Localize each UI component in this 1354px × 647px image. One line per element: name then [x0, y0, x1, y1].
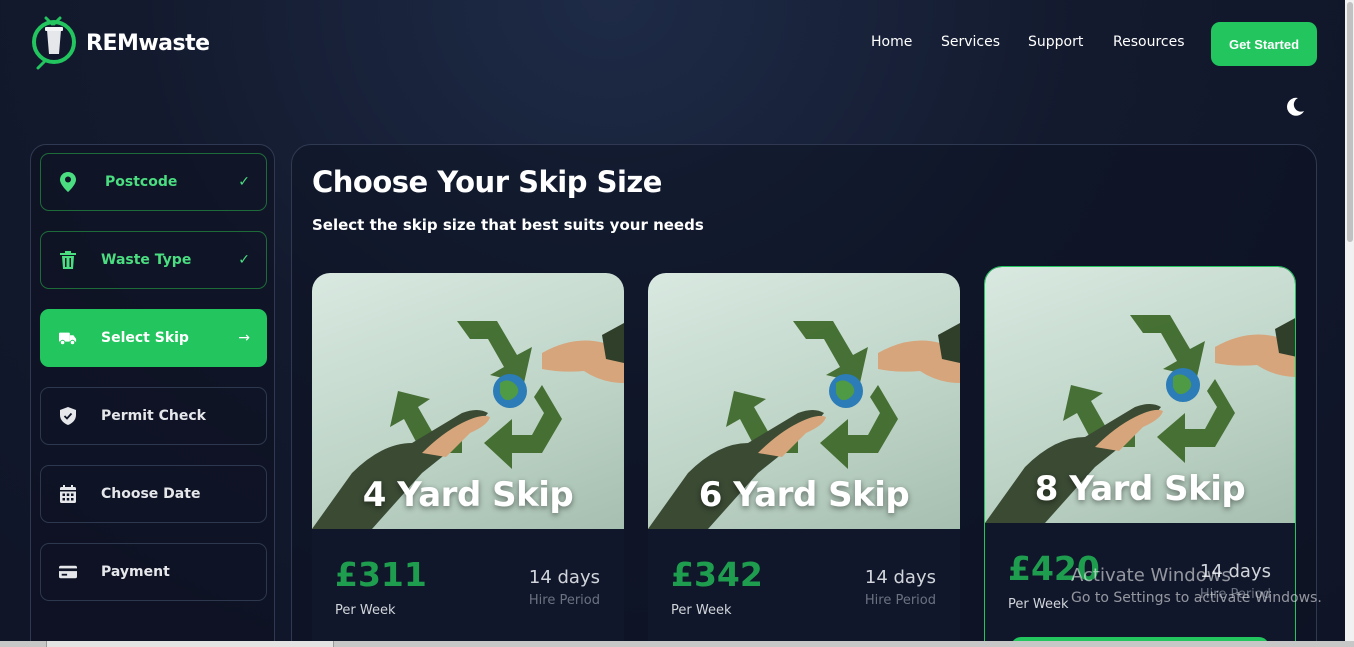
skip-price: £342 — [671, 555, 763, 594]
nav-home[interactable]: Home — [871, 34, 912, 50]
hire-period-label: Hire Period — [528, 593, 600, 608]
trash-icon — [59, 251, 77, 269]
skip-card-6-yard[interactable]: 6 Yard Skip £342 Per Week 14 days Hire P… — [648, 273, 960, 647]
location-pin-icon — [59, 172, 77, 192]
moon-icon[interactable] — [1284, 96, 1306, 118]
check-icon: ✓ — [238, 252, 250, 268]
activate-windows-watermark: Activate Windows Go to Settings to activ… — [1071, 565, 1322, 606]
nav-resources[interactable]: Resources — [1113, 34, 1185, 50]
skip-card-details: £342 Per Week 14 days Hire Period — [648, 529, 960, 647]
brand-name: REMwaste — [86, 30, 210, 56]
progress-sidebar: Postcode ✓ Waste Type ✓ Select Skip → Pe… — [30, 144, 275, 647]
page-title: Choose Your Skip Size — [312, 165, 662, 199]
hire-days: 14 days — [864, 567, 936, 588]
step-waste-type[interactable]: Waste Type ✓ — [40, 231, 267, 289]
skip-price: £311 — [335, 555, 427, 594]
step-choose-date[interactable]: Choose Date — [40, 465, 267, 523]
step-select-skip[interactable]: Select Skip → — [40, 309, 267, 367]
price-period: Per Week — [335, 603, 396, 618]
hire-period-label: Hire Period — [864, 593, 936, 608]
price-period: Per Week — [1008, 597, 1069, 612]
brand-logo[interactable]: REMwaste — [30, 12, 210, 74]
shield-icon — [59, 407, 77, 425]
step-label: Choose Date — [101, 486, 201, 502]
step-label: Waste Type — [101, 252, 192, 268]
skip-name: 8 Yard Skip — [1034, 469, 1246, 509]
nav-support[interactable]: Support — [1028, 34, 1083, 50]
skip-name: 4 Yard Skip — [362, 475, 574, 515]
watermark-title: Activate Windows — [1071, 565, 1231, 586]
step-label: Select Skip — [101, 330, 189, 346]
watermark-subtitle: Go to Settings to activate Windows. — [1071, 590, 1322, 606]
skip-card-4-yard[interactable]: 4 Yard Skip £311 Per Week 14 days Hire P… — [312, 273, 624, 647]
step-permit-check[interactable]: Permit Check — [40, 387, 267, 445]
step-payment[interactable]: Payment — [40, 543, 267, 601]
calendar-icon — [59, 485, 77, 503]
truck-icon — [59, 329, 77, 347]
skip-card-details: £311 Per Week 14 days Hire Period — [312, 529, 624, 647]
check-icon: ✓ — [238, 174, 250, 190]
taskbar-item[interactable] — [46, 641, 334, 647]
step-label: Payment — [101, 564, 170, 580]
nav-services[interactable]: Services — [941, 34, 1000, 50]
get-started-button[interactable]: Get Started — [1211, 22, 1317, 66]
step-label: Postcode — [105, 174, 178, 190]
hire-days: 14 days — [528, 567, 600, 588]
price-period: Per Week — [671, 603, 732, 618]
scrollbar-thumb[interactable] — [1347, 2, 1353, 242]
site-header: REMwaste Home Services Support Resources… — [0, 0, 1354, 86]
skip-name: 6 Yard Skip — [698, 475, 910, 515]
step-postcode[interactable]: Postcode ✓ — [40, 153, 267, 211]
step-label: Permit Check — [101, 408, 206, 424]
page-subtitle: Select the skip size that best suits you… — [312, 216, 704, 234]
arrow-right-icon: → — [238, 330, 250, 346]
skip-bin-logo-icon — [30, 12, 78, 74]
credit-card-icon — [59, 563, 77, 581]
